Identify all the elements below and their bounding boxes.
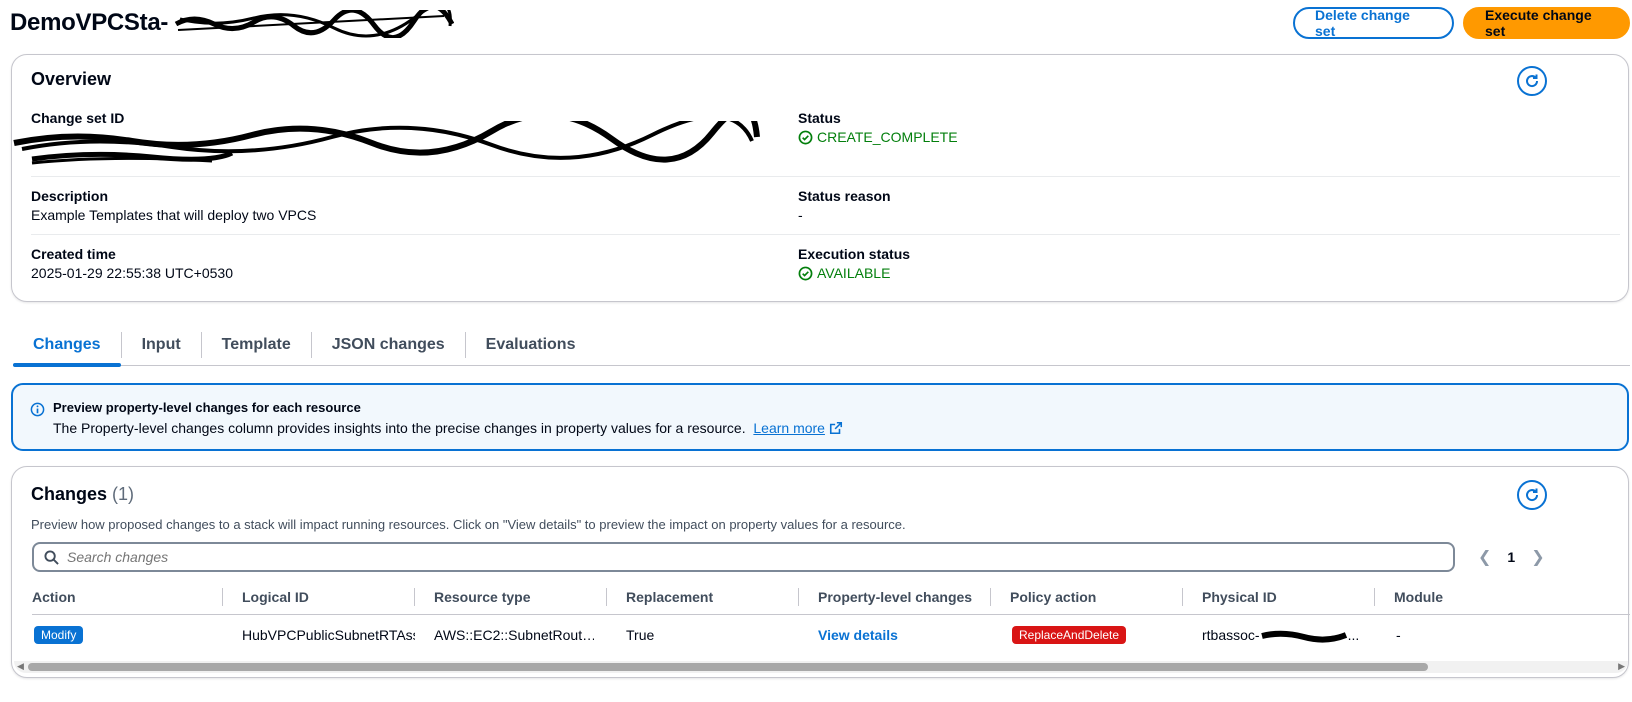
physical-id-cell: rtbassoc-... <box>1202 627 1362 643</box>
tab-changes[interactable]: Changes <box>13 326 121 367</box>
execution-status-value-text: AVAILABLE <box>817 265 891 281</box>
status-value: CREATE_COMPLETE <box>798 129 958 145</box>
column-header-policy-action[interactable]: Policy action <box>1010 589 1096 605</box>
info-alert: Preview property-level changes for each … <box>11 383 1629 451</box>
page-title-text: DemoVPCSta- <box>10 9 169 36</box>
view-details-link[interactable]: View details <box>818 627 898 643</box>
overview-title: Overview <box>31 69 112 89</box>
alert-body: The Property-level changes column provid… <box>53 420 843 436</box>
changes-title-text: Changes <box>31 484 108 504</box>
search-input[interactable] <box>67 549 1367 565</box>
tab-evaluations[interactable]: Evaluations <box>466 326 596 364</box>
scroll-right-icon[interactable]: ▶ <box>1618 661 1625 672</box>
alert-title: Preview property-level changes for each … <box>53 400 361 415</box>
column-resizer[interactable] <box>1374 588 1375 606</box>
changes-title: Changes (1) <box>31 484 134 505</box>
status-reason-label: Status reason <box>798 188 891 204</box>
horizontal-scrollbar[interactable]: ◀ ▶ <box>14 661 1628 673</box>
table-row: Modify HubVPCPublicSubnetRTAssc AWS::EC2… <box>32 617 1630 653</box>
previous-page-icon[interactable]: ❮ <box>1478 547 1491 567</box>
current-page[interactable]: 1 <box>1507 549 1515 565</box>
search-icon <box>44 549 59 565</box>
refresh-icon <box>1526 74 1539 88</box>
check-circle-icon <box>798 266 813 280</box>
column-header-action[interactable]: Action <box>32 589 76 605</box>
overview-container: Overview Change set ID Status CREATE_COM… <box>11 54 1629 302</box>
execute-change-set-button[interactable]: Execute change set <box>1463 7 1630 39</box>
info-icon <box>30 402 45 417</box>
check-circle-icon <box>798 130 813 144</box>
column-resizer[interactable] <box>1182 588 1183 606</box>
refresh-icon <box>1526 488 1539 502</box>
created-time-label: Created time <box>31 246 116 262</box>
tab-input[interactable]: Input <box>122 326 201 364</box>
column-resizer[interactable] <box>606 588 607 606</box>
changes-description: Preview how proposed changes to a stack … <box>31 517 906 532</box>
column-resizer[interactable] <box>990 588 991 606</box>
status-value-text: CREATE_COMPLETE <box>817 129 958 145</box>
replacement-cell: True <box>626 627 655 643</box>
physical-id-suffix: ... <box>1347 627 1360 643</box>
search-changes-field[interactable] <box>32 542 1455 572</box>
next-page-icon[interactable]: ❯ <box>1531 547 1544 567</box>
policy-action-badge: ReplaceAndDelete <box>1012 626 1127 644</box>
learn-more-link[interactable]: Learn more <box>753 420 825 436</box>
created-time-value: 2025-01-29 22:55:38 UTC+0530 <box>31 265 233 281</box>
execution-status-value: AVAILABLE <box>798 265 890 281</box>
physical-id-prefix: rtbassoc- <box>1202 627 1260 643</box>
changes-refresh-button[interactable] <box>1517 480 1547 510</box>
execution-status-label: Execution status <box>798 246 911 262</box>
scroll-left-icon[interactable]: ◀ <box>17 661 24 672</box>
changes-container: Changes (1) Preview how proposed changes… <box>11 466 1630 678</box>
column-header-logical-id[interactable]: Logical ID <box>242 589 309 605</box>
column-header-physical-id[interactable]: Physical ID <box>1202 589 1277 605</box>
overview-refresh-button[interactable] <box>1517 66 1547 96</box>
column-resizer[interactable] <box>798 588 799 606</box>
tab-template[interactable]: Template <box>202 326 311 364</box>
column-resizer[interactable] <box>414 588 415 606</box>
page-header: DemoVPCSta- Delete change set Execute ch… <box>10 0 1630 48</box>
changes-count: (1) <box>112 484 135 504</box>
column-header-resource-type[interactable]: Resource type <box>434 589 530 605</box>
tab-bar: Changes Input Template JSON changes Eval… <box>13 326 1630 367</box>
logical-id-cell: HubVPCPublicSubnetRTAssc <box>242 627 415 643</box>
status-reason-value: - <box>798 207 803 223</box>
table-header: Action Logical ID Resource type Replacem… <box>32 585 1630 615</box>
column-header-module[interactable]: Module <box>1394 589 1443 605</box>
status-label: Status <box>798 110 841 126</box>
overview-divider <box>31 234 1620 235</box>
page-title: DemoVPCSta- <box>10 9 455 38</box>
description-value: Example Templates that will deploy two V… <box>31 207 317 223</box>
redaction-scribble-icon <box>175 9 455 38</box>
action-badge: Modify <box>34 626 84 644</box>
header-actions: Delete change set Execute change set <box>1293 7 1630 39</box>
overview-divider <box>31 176 1620 177</box>
column-resizer[interactable] <box>222 588 223 606</box>
column-header-property-level-changes[interactable]: Property-level changes <box>818 589 972 605</box>
tab-json-changes[interactable]: JSON changes <box>312 326 465 364</box>
change-set-id-redacted <box>13 121 760 165</box>
physical-id-redacted <box>1260 631 1347 643</box>
resource-type-cell: AWS::EC2::SubnetRout… <box>434 627 594 643</box>
external-link-icon[interactable] <box>829 421 843 435</box>
pagination: ❮ 1 ❯ <box>1478 547 1545 567</box>
description-label: Description <box>31 188 109 204</box>
delete-change-set-button[interactable]: Delete change set <box>1293 7 1454 39</box>
scrollbar-thumb[interactable] <box>28 663 1428 671</box>
column-header-replacement[interactable]: Replacement <box>626 589 713 605</box>
module-cell: - <box>1396 627 1401 643</box>
alert-body-text: The Property-level changes column provid… <box>53 420 746 436</box>
